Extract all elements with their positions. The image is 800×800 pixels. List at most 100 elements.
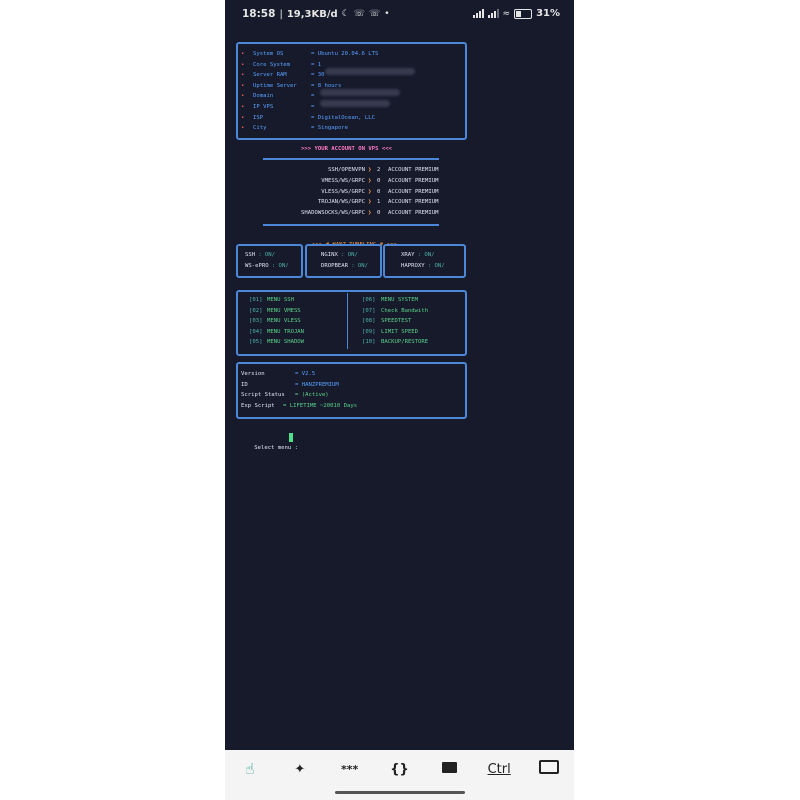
whatsapp-icon: ☏ (369, 9, 381, 19)
system-info-bullet: • (241, 114, 245, 121)
battery-level: 31% (536, 8, 560, 19)
menu-code: [03] (249, 318, 263, 324)
arrow-icon: ❯ (368, 199, 372, 206)
phone-screen: 18:58 | 19,3KB/d ☾ ☏ ☏ • ≈ 31% • System O… (225, 0, 574, 800)
script-info-value: = V2.5 (295, 371, 316, 377)
system-info-value: = Ubuntu 20.04.6 LTS (311, 51, 379, 57)
gesture-bar (225, 788, 574, 800)
service-status: : ON/ (341, 252, 358, 258)
system-info-label: Domain (253, 93, 274, 100)
whatsapp-icon: ☏ (353, 9, 366, 19)
script-info-label: Version (241, 371, 289, 377)
script-info-label: ID (241, 381, 289, 388)
terminal-extra-keys: ☝ ✦ *** {} Ctrl (225, 750, 574, 788)
service-status: : ON/ (427, 263, 445, 269)
system-info-label: ISP (253, 114, 264, 121)
account-row: SSH/OPENVPN (327, 167, 365, 173)
ctrl-key[interactable]: Ctrl (479, 762, 519, 777)
redacted-domain (320, 89, 400, 96)
redacted-ip (320, 100, 390, 107)
account-divider-bottom (263, 224, 439, 226)
account-label: ACCOUNT PREMIUM (388, 167, 439, 173)
account-count: 1 (377, 199, 381, 206)
system-info-label: Core System (253, 61, 291, 68)
menu-code: [06] (362, 297, 376, 303)
account-row: SHADOWSOCKS/WS/GRPC (301, 210, 365, 217)
menu-item[interactable]: MENU SHADOW (267, 337, 304, 348)
system-info-bullet: • (241, 61, 245, 68)
system-info-value: = (311, 93, 315, 100)
menu-code: [01] (249, 297, 263, 303)
clock: 18:58 (242, 8, 276, 20)
magic-wand-icon[interactable]: ✦ (280, 762, 320, 777)
script-info-label: Exp Script (241, 402, 279, 409)
menu-code: [10] (362, 339, 376, 345)
keyboard-icon[interactable] (529, 760, 569, 778)
service-status: : ON/ (258, 252, 276, 258)
account-row: VMESS/WS/GRPC (321, 177, 365, 184)
account-label: ACCOUNT PREMIUM (388, 210, 439, 217)
service-name: WS-ePRO (245, 263, 269, 269)
touch-icon[interactable]: ☝ (230, 760, 270, 778)
menu-item[interactable]: MENU SSH (267, 295, 294, 306)
menu-code: [02] (249, 307, 263, 314)
menu-item[interactable]: Check Bandwith (381, 306, 428, 317)
service-status: : ON/ (351, 263, 369, 269)
dot-icon: • (384, 9, 390, 19)
terminal-cursor (289, 433, 293, 442)
system-info-value: = 1 (311, 61, 322, 68)
service-status: : ON/ (417, 252, 435, 258)
service-name: XRAY (401, 252, 415, 258)
system-info-bullet: • (241, 72, 245, 79)
menu-code: [05] (249, 339, 263, 345)
menu-item[interactable]: LIMIT SPEED (381, 327, 418, 338)
arrow-icon: ❯ (368, 210, 372, 217)
signal-icon (487, 9, 499, 18)
menu-code: [08] (362, 318, 376, 324)
menu-item[interactable]: MENU VLESS (267, 316, 301, 327)
arrow-icon: ❯ (368, 188, 372, 195)
folder-icon[interactable] (429, 761, 469, 777)
network-speed: 19,3KB/d (286, 8, 338, 20)
account-header: >>> YOUR ACCOUNT ON VPS <<< (301, 146, 392, 152)
menu-item[interactable]: MENU VMESS (267, 306, 301, 317)
arrow-icon: ❯ (368, 167, 372, 173)
system-info-bullet: • (241, 125, 245, 132)
system-info-label: Server RAM (253, 72, 287, 79)
braces-key[interactable]: {} (379, 762, 419, 777)
menu-item[interactable]: MENU SYSTEM (381, 295, 418, 306)
battery-icon (514, 8, 533, 19)
account-count: 0 (377, 177, 381, 184)
service-name: SSH (245, 252, 256, 258)
account-label: ACCOUNT PREMIUM (388, 177, 439, 184)
system-info-value: = 30 (311, 72, 325, 79)
arrow-icon: ❯ (368, 177, 372, 184)
account-row: VLESS/WS/GRPC (321, 188, 365, 195)
service-name: HAPROXY (401, 263, 425, 269)
menu-item[interactable]: MENU TROJAN (267, 327, 304, 338)
system-info-bullet: • (241, 93, 245, 100)
system-info-label: IP VPS (253, 104, 274, 110)
system-info-label: Uptime Server (253, 82, 297, 89)
terminal-output[interactable]: • System OS = Ubuntu 20.04.6 LTS • Core Syst… (225, 28, 574, 750)
moon-icon: ☾ (341, 9, 350, 19)
service-status: : ON/ (271, 263, 289, 269)
account-row: TROJAN/WS/GRPC (317, 199, 365, 206)
system-info-value: = DigitalOcean, LLC (311, 114, 375, 121)
menu-divider (347, 293, 349, 349)
account-divider-top (263, 158, 439, 160)
system-info-label: System OS (253, 51, 284, 57)
menu-item[interactable]: BACKUP/RESTORE (381, 337, 428, 348)
system-info-bullet: • (241, 51, 245, 57)
ellipsis-key[interactable]: *** (330, 763, 370, 776)
account-label: ACCOUNT PREMIUM (388, 188, 439, 195)
system-info-label: City (253, 125, 267, 132)
home-indicator[interactable] (335, 791, 465, 794)
menu-item[interactable]: SPEEDTEST (381, 316, 411, 327)
menu-code: [09] (362, 328, 376, 335)
redacted-ram (325, 68, 415, 75)
status-bar: 18:58 | 19,3KB/d ☾ ☏ ☏ • ≈ 31% (242, 8, 560, 20)
script-info-label: Script Status (241, 392, 289, 399)
script-info-value: = HANZPREMIUM (295, 381, 339, 388)
account-count: 0 (377, 188, 381, 195)
